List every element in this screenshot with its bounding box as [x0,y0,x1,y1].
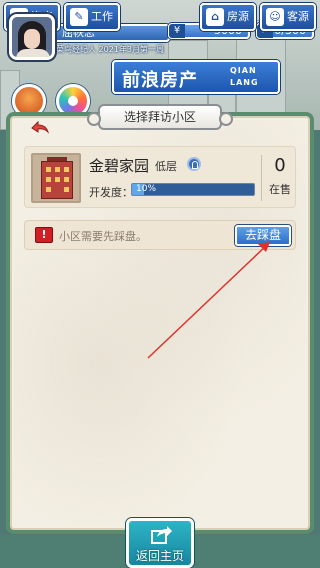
listing-floor: 低层 [155,160,177,173]
home-button[interactable]: 返回主页 [126,518,194,568]
company-logo: 前浪房产 QIAN LANG [112,60,280,94]
nav-houses[interactable]: ⌂ 房源 [200,3,256,31]
logo-english: QIAN LANG [230,66,259,87]
development-value: 10% [136,184,157,194]
player-avatar[interactable] [9,14,55,60]
pen-icon: ✎ [70,8,88,26]
for-sale-count: 0 [274,155,286,176]
yen-icon: ¥ [169,24,185,38]
panel-title: 选择拜访小区 [87,104,233,130]
listing-name: 金碧家园 [89,157,150,175]
house-icon: ⌂ [206,8,224,26]
divider [261,155,262,201]
user-icon: ☺ [266,8,284,26]
logo-title: 前浪房产 [122,70,198,91]
building-thumbnail [31,153,81,203]
survey-button[interactable]: 去踩盘 [235,225,291,246]
notice-text: 小区需要先踩盘。 [59,230,147,243]
notice-row: ! 小区需要先踩盘。 去踩盘 [24,220,296,250]
warning-icon: ! [35,227,53,243]
nav-clients-label: 客源 [287,10,309,23]
share-icon [151,526,172,544]
nav-work-label: 工作 [91,10,113,23]
nav-houses-label: 房源 [227,10,249,23]
home-label: 返回主页 [135,549,184,563]
for-sale-label: 在售 [269,183,291,196]
nav-work[interactable]: ✎ 工作 [64,3,120,31]
player-subtitle: 菜鸟经纪人 2021年3月第一周 [56,45,164,54]
development-progress-bar: 10% [131,183,255,196]
development-label: 开发度： [89,186,133,199]
lock-badge-icon [187,157,201,171]
back-arrow-icon[interactable] [30,120,50,134]
nav-clients[interactable]: ☺ 客源 [260,3,316,31]
listing-card[interactable]: 金碧家园 低层 开发度： 10% 0 在售 [24,146,296,208]
